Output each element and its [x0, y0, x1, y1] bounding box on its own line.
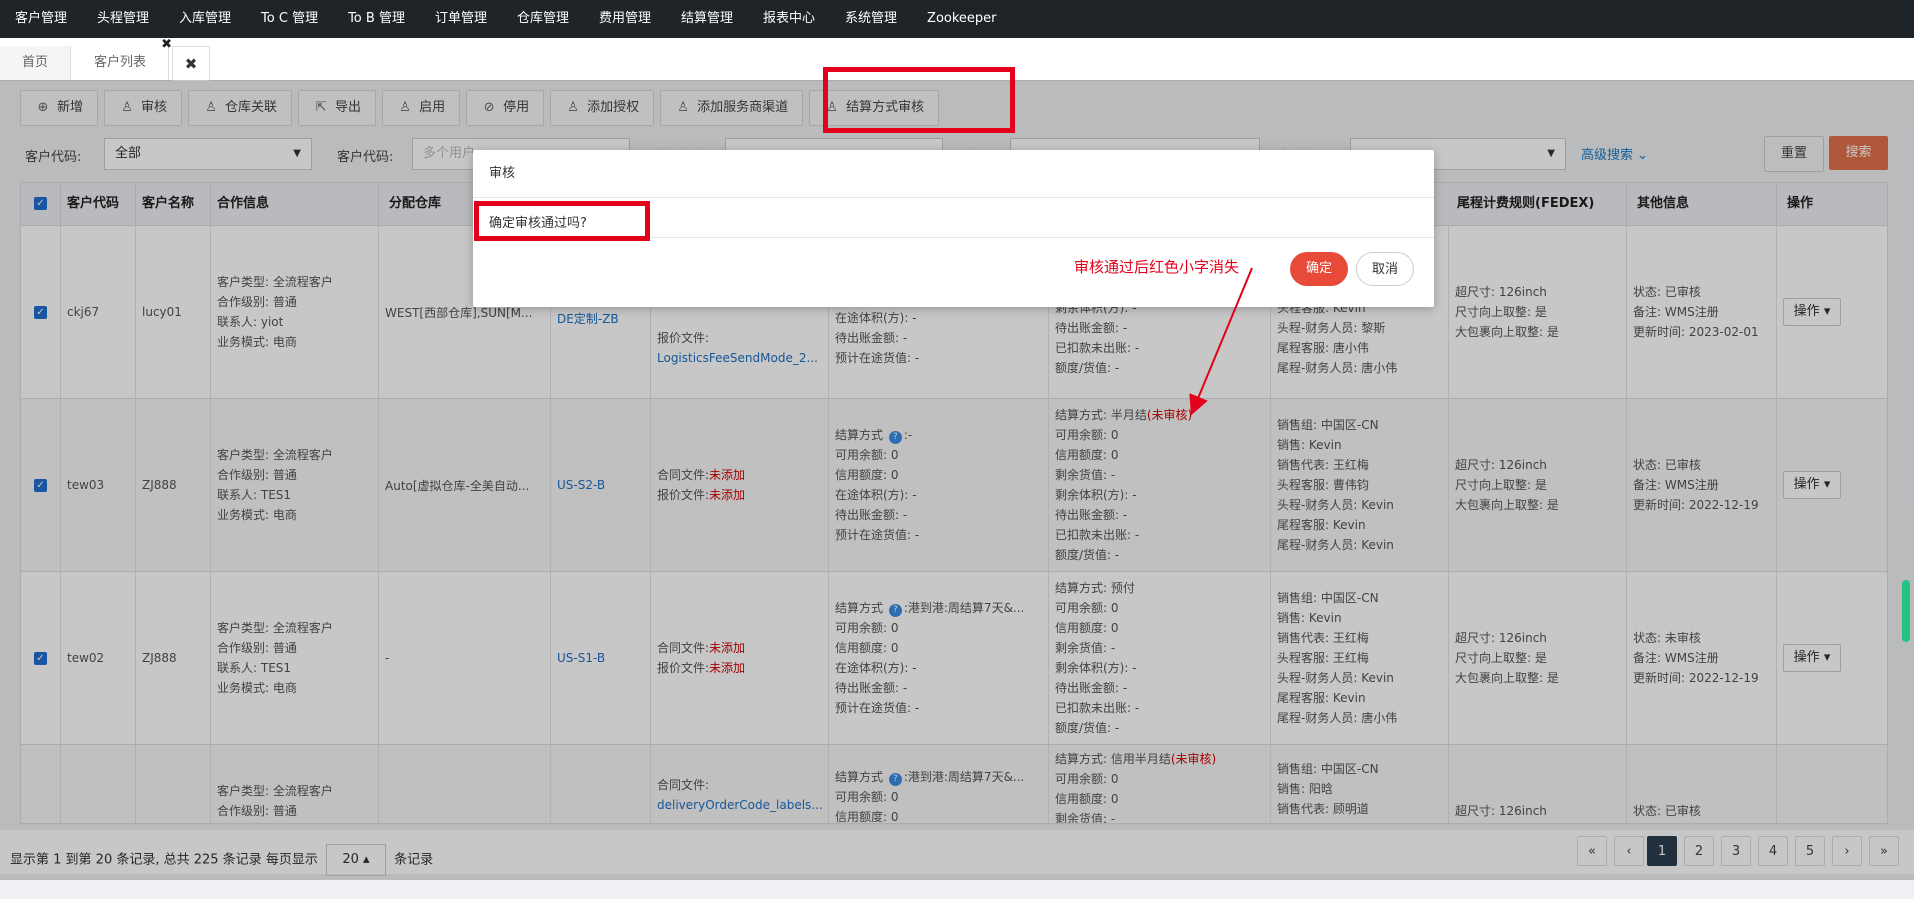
annotation-arrow — [1189, 267, 1253, 416]
vertical-scrollbar[interactable] — [1902, 580, 1910, 642]
